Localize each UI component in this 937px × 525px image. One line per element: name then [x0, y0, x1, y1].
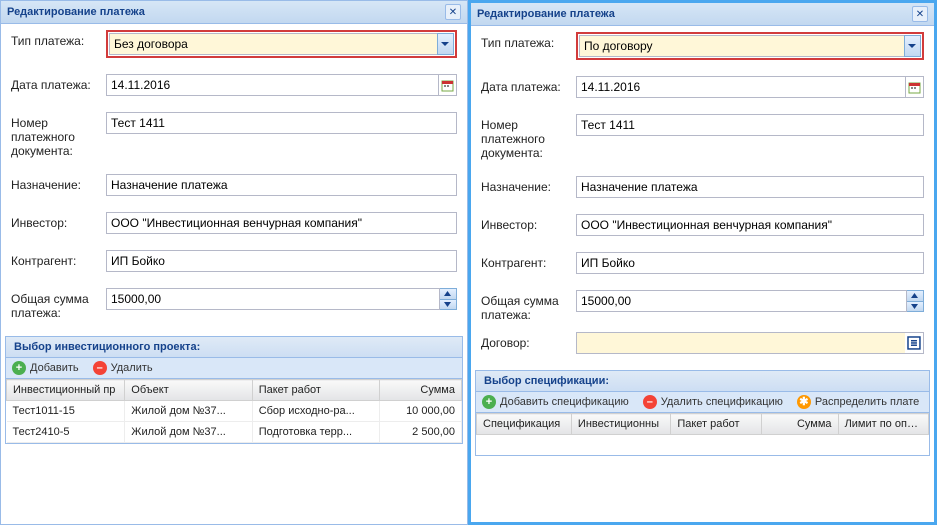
- spec-panel-title: Выбор спецификации:: [476, 371, 929, 392]
- docnum-label: Номер платежного документа:: [11, 112, 106, 158]
- docnum-label: Номер платежного документа:: [481, 114, 576, 160]
- total-amount-field[interactable]: [576, 290, 924, 312]
- spinner[interactable]: [907, 290, 924, 312]
- contractor-input[interactable]: [576, 252, 924, 274]
- table-row[interactable]: Тест1011-15 Жилой дом №37... Сбор исходн…: [7, 401, 462, 422]
- calendar-icon[interactable]: [905, 76, 924, 98]
- spec-toolbar: +Добавить спецификацию –Удалить специфик…: [476, 392, 929, 413]
- investor-input[interactable]: [106, 212, 457, 234]
- payment-date-field[interactable]: [106, 74, 457, 96]
- payment-date-field[interactable]: [576, 76, 924, 98]
- payment-edit-window-right: Редактирование платежа ✕ Тип платежа: Да…: [468, 0, 937, 525]
- titlebar: Редактирование платежа ✕: [1, 1, 467, 24]
- purpose-label: Назначение:: [481, 176, 576, 194]
- total-label: Общая сумма платежа:: [11, 288, 106, 320]
- project-grid[interactable]: Инвестиционный пр Объект Пакет работ Сум…: [6, 379, 462, 443]
- plus-icon: +: [12, 361, 26, 375]
- col-sum[interactable]: Сумма: [761, 414, 838, 435]
- docnum-input[interactable]: [576, 114, 924, 136]
- purpose-input[interactable]: [576, 176, 924, 198]
- spin-up-icon[interactable]: [907, 291, 923, 302]
- col-object[interactable]: Объект: [125, 380, 252, 401]
- total-amount-field[interactable]: [106, 288, 457, 310]
- dropdown-trigger-icon[interactable]: [904, 35, 921, 57]
- project-toolbar: +Добавить –Удалить: [6, 358, 462, 379]
- spec-panel: Выбор спецификации: +Добавить спецификац…: [475, 370, 930, 456]
- calendar-icon[interactable]: [438, 74, 457, 96]
- col-package[interactable]: Пакет работ: [671, 414, 761, 435]
- contractor-input[interactable]: [106, 250, 457, 272]
- project-panel-title: Выбор инвестиционного проекта:: [6, 337, 462, 358]
- delete-spec-button[interactable]: –Удалить спецификацию: [643, 395, 783, 409]
- total-label: Общая сумма платежа:: [481, 290, 576, 322]
- payment-type-dropdown[interactable]: [576, 32, 924, 60]
- dropdown-trigger-icon[interactable]: [437, 33, 454, 55]
- contractor-label: Контрагент:: [481, 252, 576, 270]
- delete-button[interactable]: –Удалить: [93, 361, 153, 375]
- type-label: Тип платежа:: [11, 30, 106, 48]
- total-amount-input[interactable]: [576, 290, 907, 312]
- add-spec-button[interactable]: +Добавить спецификацию: [482, 395, 629, 409]
- spinner[interactable]: [440, 288, 457, 310]
- payment-type-input[interactable]: [579, 35, 904, 57]
- spec-grid[interactable]: Спецификация Инвестиционны Пакет работ С…: [476, 413, 929, 435]
- contract-input[interactable]: [576, 332, 905, 354]
- contract-label: Договор:: [481, 332, 576, 350]
- col-invest[interactable]: Инвестиционны: [571, 414, 670, 435]
- distribute-button[interactable]: ✱Распределить плате: [797, 395, 919, 409]
- col-limit[interactable]: Лимит по оплат: [838, 414, 928, 435]
- payment-type-dropdown[interactable]: [106, 30, 457, 58]
- titlebar: Редактирование платежа ✕: [471, 3, 934, 26]
- col-project[interactable]: Инвестиционный пр: [7, 380, 125, 401]
- type-label: Тип платежа:: [481, 32, 576, 50]
- lookup-icon[interactable]: [905, 332, 924, 354]
- spec-grid-body: [476, 435, 929, 455]
- col-sum[interactable]: Сумма: [380, 380, 462, 401]
- col-spec[interactable]: Спецификация: [477, 414, 572, 435]
- investor-label: Инвестор:: [481, 214, 576, 232]
- payment-date-input[interactable]: [106, 74, 438, 96]
- table-row[interactable]: Тест2410-5 Жилой дом №37... Подготовка т…: [7, 422, 462, 443]
- date-label: Дата платежа:: [481, 76, 576, 94]
- spin-down-icon[interactable]: [440, 300, 456, 310]
- purpose-label: Назначение:: [11, 174, 106, 192]
- add-button[interactable]: +Добавить: [12, 361, 79, 375]
- plus-icon: +: [482, 395, 496, 409]
- payment-date-input[interactable]: [576, 76, 905, 98]
- minus-icon: –: [93, 361, 107, 375]
- investor-label: Инвестор:: [11, 212, 106, 230]
- date-label: Дата платежа:: [11, 74, 106, 92]
- spin-down-icon[interactable]: [907, 302, 923, 312]
- close-icon[interactable]: ✕: [445, 4, 461, 20]
- window-title: Редактирование платежа: [477, 8, 615, 20]
- contract-field[interactable]: [576, 332, 924, 354]
- investor-input[interactable]: [576, 214, 924, 236]
- docnum-input[interactable]: [106, 112, 457, 134]
- minus-icon: –: [643, 395, 657, 409]
- asterisk-icon: ✱: [797, 395, 811, 409]
- payment-type-input[interactable]: [109, 33, 437, 55]
- window-title: Редактирование платежа: [7, 6, 145, 18]
- contractor-label: Контрагент:: [11, 250, 106, 268]
- payment-edit-window-left: Редактирование платежа ✕ Тип платежа: Да…: [0, 0, 468, 525]
- purpose-input[interactable]: [106, 174, 457, 196]
- col-package[interactable]: Пакет работ: [252, 380, 379, 401]
- total-amount-input[interactable]: [106, 288, 440, 310]
- spin-up-icon[interactable]: [440, 289, 456, 300]
- project-panel: Выбор инвестиционного проекта: +Добавить…: [5, 336, 463, 444]
- close-icon[interactable]: ✕: [912, 6, 928, 22]
